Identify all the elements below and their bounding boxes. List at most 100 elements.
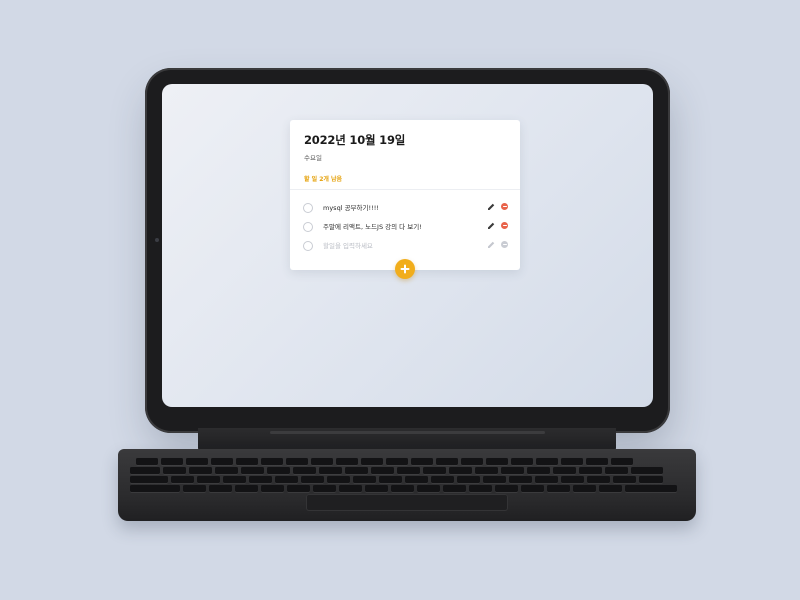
keyboard-key — [509, 476, 532, 483]
keyboard-key — [475, 467, 498, 474]
minus-circle-icon[interactable] — [501, 241, 508, 248]
keyboard-key — [469, 485, 492, 492]
add-todo-button[interactable] — [395, 259, 415, 279]
keyboard-key — [313, 485, 336, 492]
keyboard-key — [423, 467, 446, 474]
key-row — [130, 467, 663, 474]
date-title: 2022년 10월 19일 — [304, 133, 406, 147]
keyboard-key — [365, 485, 388, 492]
keyboard-key — [171, 476, 194, 483]
keyboard-key — [639, 476, 663, 483]
keyboard-key — [241, 467, 264, 474]
keyboard-key — [286, 458, 308, 465]
keyboard-key — [386, 458, 408, 465]
pencil-icon[interactable] — [486, 202, 495, 211]
keyboard-key — [561, 458, 583, 465]
keyboard-key — [391, 485, 414, 492]
pencil-icon[interactable] — [486, 221, 495, 230]
keyboard-key — [561, 476, 584, 483]
key-row — [136, 458, 633, 465]
keyboard-key — [599, 485, 622, 492]
keyboard-key — [223, 476, 246, 483]
keyboard-key — [163, 467, 186, 474]
keyboard-key — [631, 467, 663, 474]
keyboard-key — [501, 467, 524, 474]
keyboard-key — [613, 476, 636, 483]
keyboard-key — [371, 467, 394, 474]
keyboard-key — [586, 458, 608, 465]
weekday-label: 수요일 — [304, 154, 322, 162]
keyboard-key — [136, 458, 158, 465]
keyboard-key — [267, 467, 290, 474]
keyboard-key — [353, 476, 376, 483]
keyboard-key — [130, 485, 180, 492]
hinge-line — [270, 431, 545, 434]
keyboard-key — [183, 485, 206, 492]
todo-input[interactable]: 할일을 입력하세요 — [323, 240, 373, 250]
key-row — [130, 476, 663, 483]
keyboard-key — [605, 467, 628, 474]
keyboard-key — [275, 476, 298, 483]
keyboard-key — [197, 476, 220, 483]
key-row — [130, 485, 677, 492]
keyboard-key — [379, 476, 402, 483]
keyboard-key — [235, 485, 258, 492]
keyboard-key — [339, 485, 362, 492]
keyboard-key — [436, 458, 458, 465]
keyboard-key — [211, 458, 233, 465]
keyboard-key — [579, 467, 602, 474]
keyboard-key — [486, 458, 508, 465]
keyboard-key — [336, 458, 358, 465]
keyboard-key — [511, 458, 533, 465]
todo-list: mysql 공부하기!!!! 주말에 리액트, 노드JS 강의 다 보기! 할일… — [290, 190, 520, 255]
keyboard-key — [161, 458, 183, 465]
keyboard-key — [527, 467, 550, 474]
todo-checkbox[interactable] — [303, 241, 313, 251]
keyboard-key — [547, 485, 570, 492]
keyboard-key — [311, 458, 333, 465]
keyboard-key — [405, 476, 428, 483]
minus-circle-icon[interactable] — [501, 203, 508, 210]
keyboard-key — [301, 476, 324, 483]
keyboard-key — [587, 476, 610, 483]
keyboard-key — [431, 476, 454, 483]
keyboard-key — [553, 467, 576, 474]
todo-item: mysql 공부하기!!!! — [290, 198, 520, 217]
keyboard-key — [215, 467, 238, 474]
keyboard-keys — [130, 458, 685, 494]
remaining-count: 할 일 2개 남음 — [304, 176, 343, 183]
todo-text[interactable]: 주말에 리액트, 노드JS 강의 다 보기! — [323, 221, 422, 231]
keyboard-key — [536, 458, 558, 465]
todo-text[interactable]: mysql 공부하기!!!! — [323, 202, 379, 212]
keyboard-key — [130, 467, 160, 474]
pencil-icon[interactable] — [486, 240, 495, 249]
plus-icon — [400, 264, 410, 274]
todo-card: 2022년 10월 19일 수요일 할 일 2개 남음 mysql 공부하기!!… — [290, 120, 520, 270]
keyboard-key — [261, 485, 284, 492]
tablet-screen: 2022년 10월 19일 수요일 할 일 2개 남음 mysql 공부하기!!… — [162, 84, 653, 407]
keyboard-key — [287, 485, 310, 492]
keyboard-key — [189, 467, 212, 474]
keyboard-key — [293, 467, 316, 474]
keyboard-key — [417, 485, 440, 492]
keyboard-key — [521, 485, 544, 492]
todo-checkbox[interactable] — [303, 203, 313, 213]
minus-circle-icon[interactable] — [501, 222, 508, 229]
todo-input-row: 할일을 입력하세요 — [290, 236, 520, 255]
keyboard-key — [236, 458, 258, 465]
keyboard-key — [186, 458, 208, 465]
todo-checkbox[interactable] — [303, 222, 313, 232]
keyboard-key — [327, 476, 350, 483]
keyboard-key — [449, 467, 472, 474]
keyboard-key — [411, 458, 433, 465]
keyboard-key — [209, 485, 232, 492]
keyboard-key — [625, 485, 677, 492]
keyboard-key — [461, 458, 483, 465]
keyboard-key — [483, 476, 506, 483]
stage: 2022년 10월 19일 수요일 할 일 2개 남음 mysql 공부하기!!… — [0, 0, 800, 600]
keyboard-key — [345, 467, 368, 474]
keyboard-key — [249, 476, 272, 483]
keyboard-key — [319, 467, 342, 474]
keyboard-key — [457, 476, 480, 483]
keyboard-key — [361, 458, 383, 465]
